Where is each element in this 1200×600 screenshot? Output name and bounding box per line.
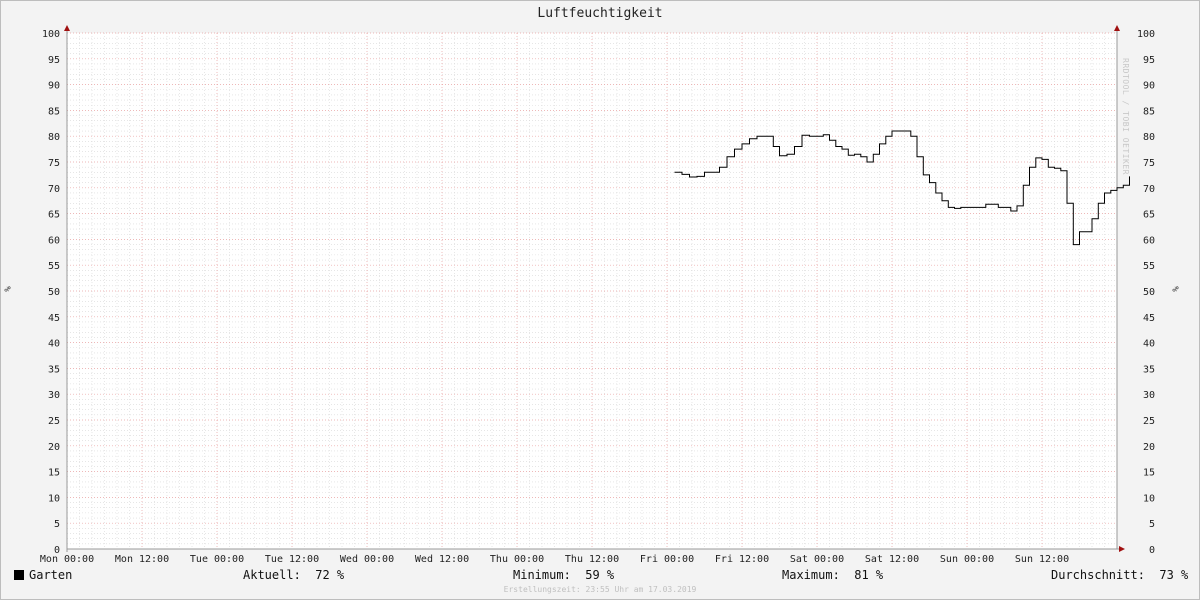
x-tick-label: Mon 00:00 bbox=[40, 554, 94, 565]
x-tick-label: Tue 00:00 bbox=[190, 554, 244, 565]
y-tick-label-right: 95 bbox=[1143, 55, 1155, 66]
y-tick-label-left: 40 bbox=[48, 339, 60, 350]
y-tick-label-right: 60 bbox=[1143, 235, 1155, 246]
legend-minimum: Minimum: 59 % bbox=[513, 568, 614, 582]
y-tick-label-right: 85 bbox=[1143, 106, 1155, 117]
y-tick-label-right: 25 bbox=[1143, 416, 1155, 427]
y-tick-label-left: 35 bbox=[48, 364, 60, 375]
y-tick-label-left: 30 bbox=[48, 390, 60, 401]
y-tick-label-right: 55 bbox=[1143, 261, 1155, 272]
y-tick-label-right: 75 bbox=[1143, 158, 1155, 169]
y-tick-label-right: 10 bbox=[1143, 493, 1155, 504]
legend-series: Garten bbox=[14, 568, 72, 582]
legend-max-value: 81 % bbox=[854, 568, 884, 582]
legend-current: Aktuell: 72 % bbox=[243, 568, 344, 582]
x-tick-label: Thu 00:00 bbox=[490, 554, 544, 565]
y-tick-label-left: 95 bbox=[48, 55, 60, 66]
x-tick-label: Sun 12:00 bbox=[1015, 554, 1069, 565]
legend-max-label: Maximum: bbox=[782, 568, 840, 582]
y-tick-label-right: 0 bbox=[1149, 545, 1155, 556]
creation-time-footer: Erstellungszeit: 23:55 Uhr am 17.03.2019 bbox=[503, 585, 697, 594]
y-tick-label-right: 50 bbox=[1143, 287, 1155, 298]
y-tick-label-right: 20 bbox=[1143, 442, 1155, 453]
y-tick-label-right: 5 bbox=[1149, 519, 1155, 530]
x-tick-label: Wed 12:00 bbox=[415, 554, 469, 565]
y-axis-arrow-left bbox=[64, 25, 70, 31]
y-tick-label-left: 25 bbox=[48, 416, 60, 427]
legend-average: Durchschnitt: 73 % bbox=[1051, 568, 1188, 582]
legend-min-value: 59 % bbox=[585, 568, 615, 582]
x-tick-label: Wed 00:00 bbox=[340, 554, 394, 565]
y-tick-label-left: 100 bbox=[42, 29, 60, 40]
y-axis-arrow-right bbox=[1114, 25, 1120, 31]
legend-current-value: 72 % bbox=[315, 568, 345, 582]
legend-min-label: Minimum: bbox=[513, 568, 571, 582]
y-tick-label-left: 20 bbox=[48, 442, 60, 453]
x-axis-arrow bbox=[1119, 546, 1125, 552]
y-tick-label-right: 80 bbox=[1143, 132, 1155, 143]
y-tick-label-left: 90 bbox=[48, 81, 60, 92]
y-tick-label-left: 15 bbox=[48, 468, 60, 479]
y-tick-label-left: 85 bbox=[48, 106, 60, 117]
x-tick-label: Tue 12:00 bbox=[265, 554, 319, 565]
x-tick-label: Fri 00:00 bbox=[640, 554, 694, 565]
x-tick-label: Sat 12:00 bbox=[865, 554, 919, 565]
y-tick-label-left: 70 bbox=[48, 184, 60, 195]
y-tick-label-left: 65 bbox=[48, 210, 60, 221]
y-tick-label-right: 40 bbox=[1143, 339, 1155, 350]
y-tick-label-right: 100 bbox=[1137, 29, 1155, 40]
y-tick-label-right: 15 bbox=[1143, 468, 1155, 479]
x-tick-label: Mon 12:00 bbox=[115, 554, 169, 565]
legend-maximum: Maximum: 81 % bbox=[782, 568, 883, 582]
legend-current-label: Aktuell: bbox=[243, 568, 301, 582]
chart-plot-area: 0 05 510 1015 1520 2025 2530 3035 3540 4045 4550 50… bbox=[40, 25, 1155, 565]
y-tick-label-left: 45 bbox=[48, 313, 60, 324]
y-tick-label-left: 80 bbox=[48, 132, 60, 143]
y-tick-label-left: 55 bbox=[48, 261, 60, 272]
legend-avg-value: 73 % bbox=[1159, 568, 1189, 582]
y-tick-label-left: 10 bbox=[48, 493, 60, 504]
y-tick-label-left: 5 bbox=[54, 519, 60, 530]
x-tick-label: Sat 00:00 bbox=[790, 554, 844, 565]
x-tick-label: Fri 12:00 bbox=[715, 554, 769, 565]
legend-swatch bbox=[14, 570, 24, 580]
y-tick-label-left: 75 bbox=[48, 158, 60, 169]
legend-series-name: Garten bbox=[29, 568, 73, 582]
y-tick-label-right: 65 bbox=[1143, 210, 1155, 221]
y-tick-label-right: 45 bbox=[1143, 313, 1155, 324]
x-tick-label: Thu 12:00 bbox=[565, 554, 619, 565]
y-tick-label-right: 90 bbox=[1143, 81, 1155, 92]
y-tick-label-left: 60 bbox=[48, 235, 60, 246]
y-tick-label-right: 30 bbox=[1143, 390, 1155, 401]
y-tick-label-right: 35 bbox=[1143, 364, 1155, 375]
x-tick-label: Sun 00:00 bbox=[940, 554, 994, 565]
y-tick-label-left: 50 bbox=[48, 287, 60, 298]
legend-avg-label: Durchschnitt: bbox=[1051, 568, 1145, 582]
y-tick-label-right: 70 bbox=[1143, 184, 1155, 195]
